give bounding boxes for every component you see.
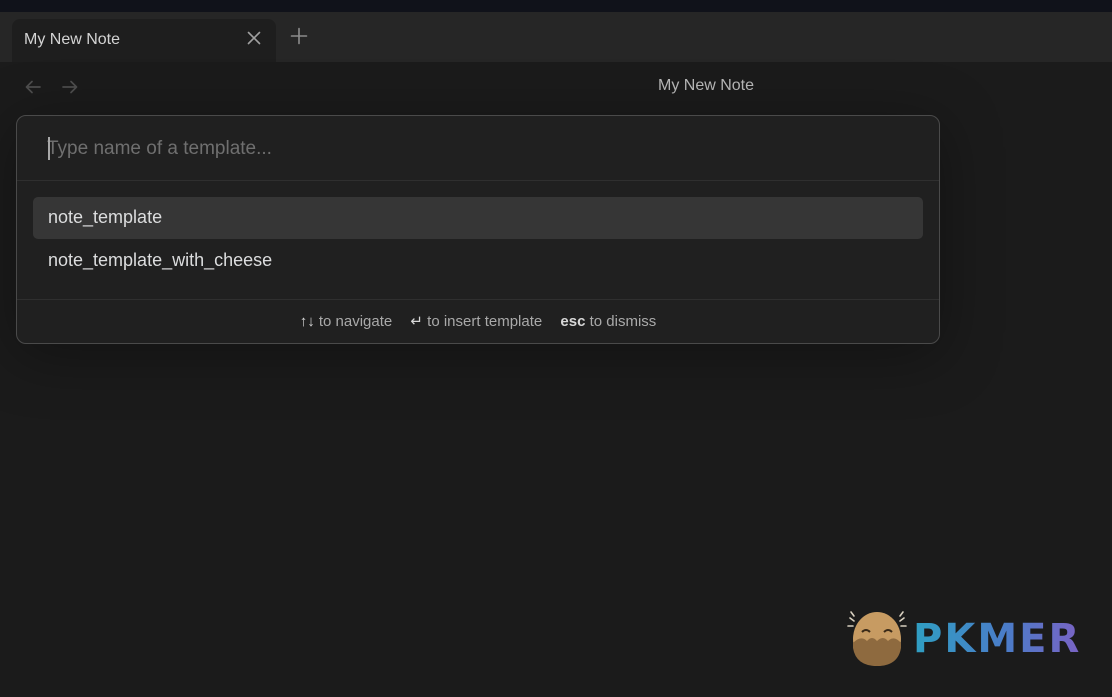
prompt-input-container <box>17 116 939 181</box>
suggestion-label: note_template <box>48 207 163 227</box>
egg-mascot-logo <box>847 611 907 666</box>
instruction-command: ↑↓ <box>299 313 315 330</box>
suggestion-label: note_template_with_cheese <box>48 250 273 270</box>
suggestion-item[interactable]: note_template_with_cheese <box>33 240 923 282</box>
instruction-purpose: to insert template <box>427 313 543 330</box>
tab-my-new-note[interactable]: My New Note <box>12 19 276 62</box>
instruction-command: ↵ <box>410 313 423 330</box>
plus-icon[interactable] <box>290 27 308 45</box>
instruction-dismiss: esc to dismiss <box>560 313 656 330</box>
view-header-title: My New Note <box>657 77 755 94</box>
prompt-instructions: ↑↓ to navigate ↵ to insert template esc … <box>17 299 939 343</box>
arrow-left-icon[interactable] <box>24 79 42 95</box>
tab-bar: My New Note <box>0 12 1112 62</box>
arrow-right-icon[interactable] <box>61 79 79 95</box>
text-caret <box>48 137 50 160</box>
instruction-command: esc <box>560 313 586 330</box>
pkmer-watermark: PKMER <box>846 608 1096 668</box>
close-icon[interactable] <box>246 30 262 46</box>
instruction-navigate: ↑↓ to navigate <box>300 313 393 330</box>
suggestion-item-selected[interactable]: note_template <box>33 197 923 239</box>
instruction-purpose: to navigate <box>318 313 393 330</box>
template-search-input[interactable] <box>47 134 907 164</box>
tab-title: My New Note <box>24 31 121 48</box>
template-picker-modal: note_template note_template_with_cheese … <box>16 115 940 344</box>
window-top-strip <box>0 0 1112 12</box>
instruction-purpose: to dismiss <box>589 313 657 330</box>
watermark-text: PKMER <box>913 616 1082 662</box>
instruction-insert: ↵ to insert template <box>410 312 542 330</box>
